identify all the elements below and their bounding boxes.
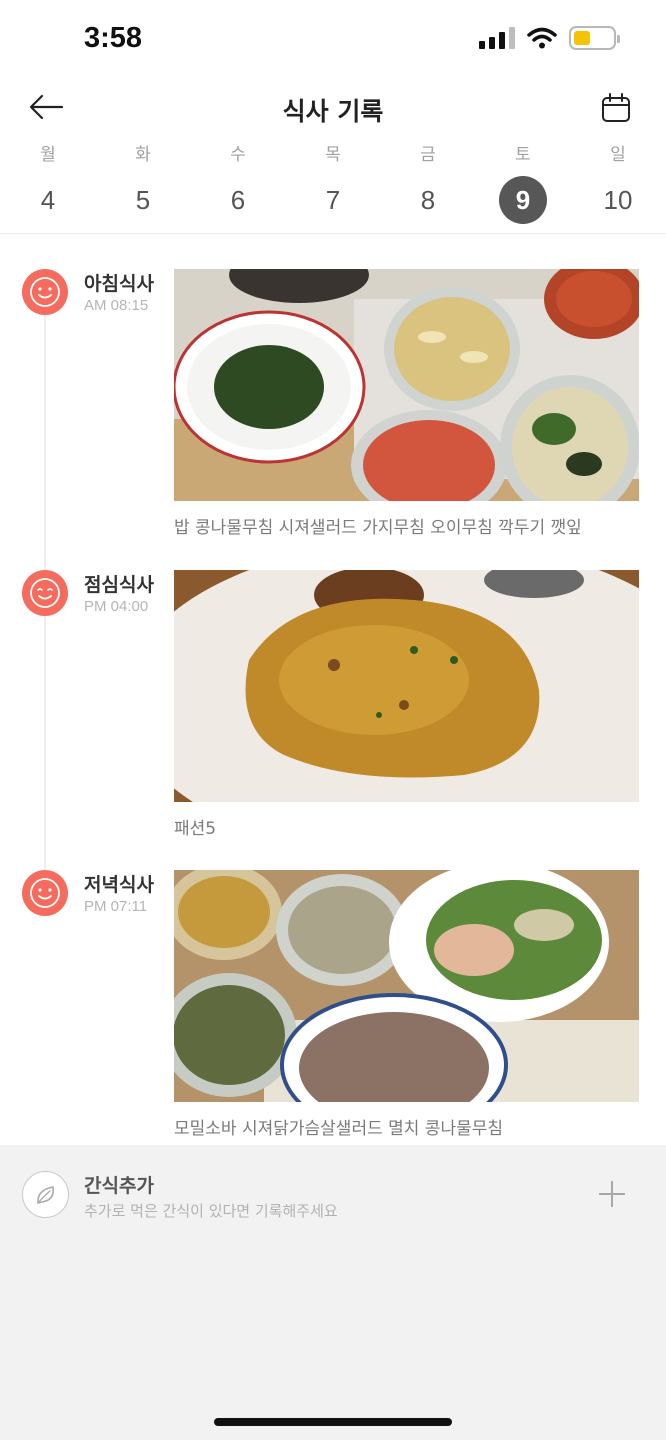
meal-time: PM 04:00 [84,598,149,615]
leaf-icon [22,1171,69,1218]
day-wednesday[interactable]: 수 6 [208,142,268,224]
meal-time: AM 08:15 [84,297,149,314]
day-name: 목 [325,145,341,165]
day-name: 월 [40,145,56,165]
snack-add-row[interactable]: 간식추가 추가로 먹은 간식이 있다면 기록해주세요 [0,1145,666,1245]
meal-description: 패션5 [174,819,217,839]
calendar-button[interactable] [600,92,632,124]
smiley-icon [22,870,68,916]
header: 식사 기록 [0,80,666,136]
day-sunday[interactable]: 일 10 [588,142,648,224]
day-number: 7 [325,185,341,215]
snack-title: 간식추가 [84,1175,154,1197]
day-number: 6 [230,185,246,215]
day-number: 10 [603,185,633,215]
wifi-icon [527,27,557,49]
day-monday[interactable]: 월 4 [18,142,78,224]
calendar-icon [602,93,630,122]
meal-time: PM 07:11 [84,898,148,915]
day-name: 화 [135,145,151,165]
add-snack-button[interactable] [596,1178,628,1210]
week-strip: 월 4 화 5 수 6 목 7 금 8 토 9 일 10 [0,142,666,234]
day-name: 금 [420,145,436,165]
plus-icon [599,1181,625,1207]
day-tuesday[interactable]: 화 5 [113,142,173,224]
meal-photo[interactable] [174,570,639,802]
meal-photo[interactable] [174,870,639,1102]
day-number: 4 [40,185,56,215]
day-thursday[interactable]: 목 7 [303,142,363,224]
meal-title: 아침식사 [84,273,154,295]
day-name: 토 [515,145,531,165]
meal-description: 밥 콩나물무침 시져샐러드 가지무침 오이무침 깍두기 깻잎 [174,518,582,538]
snack-subtitle: 추가로 먹은 간식이 있다면 기록해주세요 [84,1202,338,1220]
day-number: 5 [135,185,151,215]
day-name: 수 [230,145,246,165]
smiley-icon [22,269,68,315]
battery-icon [569,26,620,50]
meal-description: 모밀소바 시져닭가슴살샐러드 멸치 콩나물무침 [174,1119,504,1139]
meal-title: 저녁식사 [84,874,154,896]
day-friday[interactable]: 금 8 [398,142,458,224]
status-bar: 3:58 [0,0,666,80]
day-number-selected: 9 [499,176,547,224]
day-saturday[interactable]: 토 9 [493,142,553,224]
smiley-icon [22,570,68,616]
day-number: 8 [420,185,436,215]
meal-photo[interactable] [174,269,639,501]
status-time: 3:58 [84,22,143,54]
status-icons [479,26,620,50]
page-title: 식사 기록 [282,97,384,126]
meal-title: 점심식사 [84,574,154,596]
home-indicator[interactable] [214,1418,452,1426]
day-name: 일 [610,145,626,165]
cellular-signal-icon [479,27,515,49]
